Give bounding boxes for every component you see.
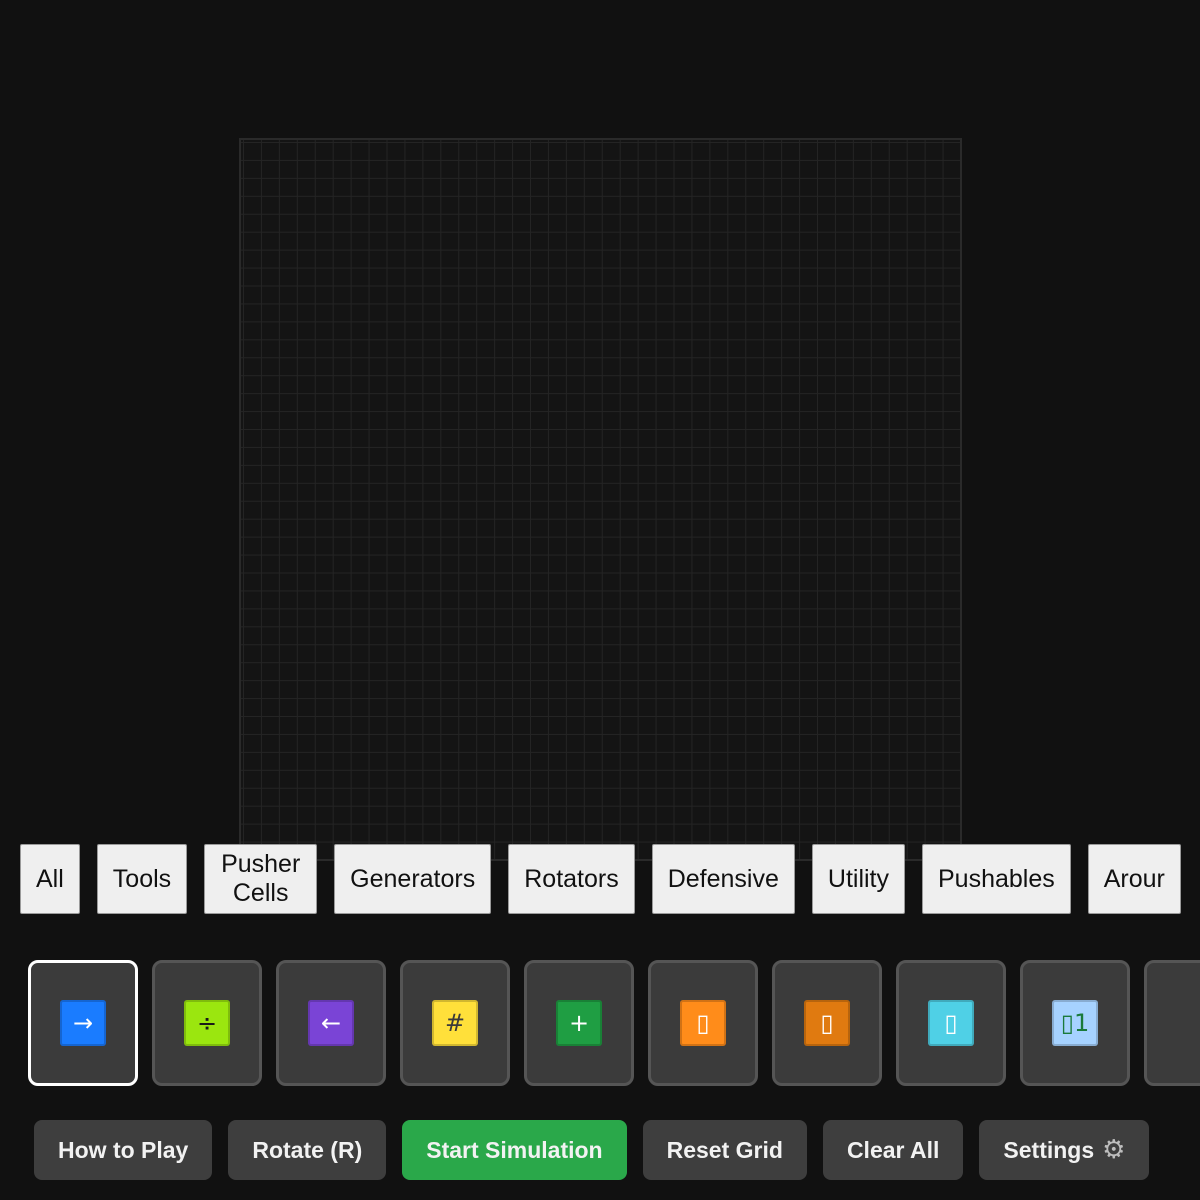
palette-cell-9[interactable] xyxy=(1144,960,1200,1086)
palette-cell-2[interactable]: ← xyxy=(276,960,386,1086)
settings-label: Settings xyxy=(1003,1136,1095,1163)
clear-all-button[interactable]: Clear All xyxy=(822,1120,964,1180)
palette-cell-5[interactable]: ▯ xyxy=(648,960,758,1086)
category-tools[interactable]: Tools xyxy=(96,844,188,914)
cell-icon: ▯ xyxy=(680,1000,726,1046)
category-utility[interactable]: Utility xyxy=(811,844,905,914)
palette-cell-8[interactable]: ▯1 xyxy=(1020,960,1130,1086)
category-pushables[interactable]: Pushables xyxy=(922,844,1071,914)
category-pusher-cells[interactable]: Pusher Cells xyxy=(204,844,318,914)
rotate-button[interactable]: Rotate (R) xyxy=(228,1120,387,1180)
start-simulation-button[interactable]: Start Simulation xyxy=(402,1120,627,1180)
cell-icon: → xyxy=(60,1000,106,1046)
reset-grid-button[interactable]: Reset Grid xyxy=(642,1120,807,1180)
palette-cell-0[interactable]: → xyxy=(28,960,138,1086)
cell-icon: ÷ xyxy=(184,1000,230,1046)
category-defensive[interactable]: Defensive xyxy=(651,844,795,914)
category-rotators[interactable]: Rotators xyxy=(508,844,635,914)
settings-button[interactable]: Settings ⚙ xyxy=(979,1120,1150,1180)
palette-cell-7[interactable]: ▯ xyxy=(896,960,1006,1086)
category-around[interactable]: Arour xyxy=(1087,844,1181,914)
game-grid[interactable] xyxy=(239,138,962,861)
palette-cell-6[interactable]: ▯ xyxy=(772,960,882,1086)
category-generators[interactable]: Generators xyxy=(334,844,492,914)
cell-palette: → ÷ ← # + ▯ ▯ ▯ ▯1 xyxy=(28,960,1200,1090)
how-to-play-button[interactable]: How to Play xyxy=(34,1120,213,1180)
palette-cell-4[interactable]: + xyxy=(524,960,634,1086)
action-bar: How to Play Rotate (R) Start Simulation … xyxy=(34,1120,1150,1180)
palette-cell-3[interactable]: # xyxy=(400,960,510,1086)
cell-icon: + xyxy=(556,1000,602,1046)
cell-icon: ← xyxy=(308,1000,354,1046)
cell-icon: ▯ xyxy=(928,1000,974,1046)
palette-cell-1[interactable]: ÷ xyxy=(152,960,262,1086)
gear-icon: ⚙ xyxy=(1102,1135,1126,1165)
cell-icon: ▯1 xyxy=(1052,1000,1098,1046)
category-bar: All Tools Pusher Cells Generators Rotato… xyxy=(20,844,1200,916)
cell-icon: # xyxy=(432,1000,478,1046)
cell-icon: ▯ xyxy=(804,1000,850,1046)
category-all[interactable]: All xyxy=(20,844,80,914)
